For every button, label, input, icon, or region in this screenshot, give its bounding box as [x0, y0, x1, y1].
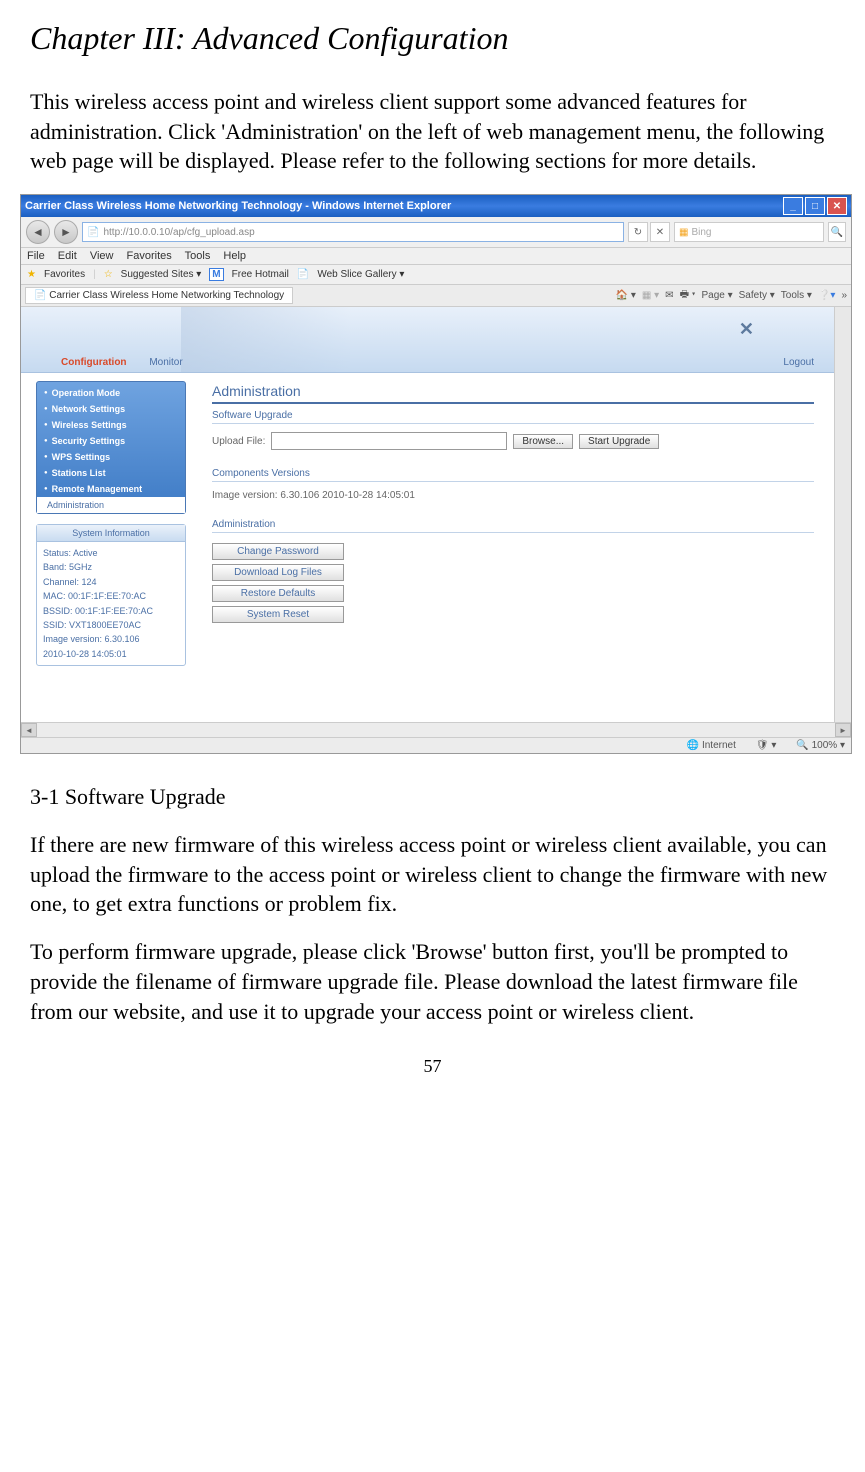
restore-defaults-button[interactable]: Restore Defaults	[212, 585, 344, 602]
upload-file-label: Upload File:	[212, 436, 265, 447]
banner-tab-monitor[interactable]: Monitor	[149, 357, 182, 368]
sysinfo-ssid: SSID: VXT1800EE70AC	[43, 618, 179, 632]
nav-administration[interactable]: Administration	[37, 497, 185, 513]
refresh-icon[interactable]: ↻	[628, 222, 648, 242]
back-button[interactable]: ◄	[26, 220, 50, 244]
vertical-scrollbar[interactable]	[834, 307, 851, 722]
intro-text: This wireless access point and wireless …	[30, 87, 835, 176]
menu-help[interactable]: Help	[223, 250, 246, 262]
favorites-label[interactable]: Favorites	[44, 269, 85, 280]
administration-sub-heading: Administration	[212, 519, 814, 533]
feed-icon[interactable]: ▦ ▾	[642, 290, 659, 301]
fav-star-icon: ☆	[104, 269, 113, 280]
nav-security-settings[interactable]: ●Security Settings	[40, 433, 182, 449]
window-title: Carrier Class Wireless Home Networking T…	[25, 200, 451, 212]
start-upgrade-button[interactable]: Start Upgrade	[579, 434, 659, 449]
address-bar[interactable]: 📄 http://10.0.0.10/ap/cfg_upload.asp	[82, 222, 624, 242]
page-icon: 📄	[87, 227, 99, 238]
minimize-button[interactable]: _	[783, 197, 803, 215]
horizontal-scrollbar[interactable]: ◄ ►	[21, 722, 851, 737]
section-title: 3-1 Software Upgrade	[30, 784, 835, 810]
help-icon[interactable]: ❔▾	[818, 290, 835, 301]
fav-suggested[interactable]: Suggested Sites ▾	[121, 269, 202, 280]
menu-bar: File Edit View Favorites Tools Help	[21, 248, 851, 265]
sysinfo-status: Status: Active	[43, 546, 179, 560]
webslice-icon: 📄	[297, 269, 309, 280]
system-reset-button[interactable]: System Reset	[212, 606, 344, 623]
paragraph-1: If there are new firmware of this wirele…	[30, 830, 835, 919]
status-internet: Internet	[702, 740, 736, 751]
stop-icon[interactable]: ✕	[650, 222, 670, 242]
bing-icon: ▦	[679, 227, 688, 238]
menu-file[interactable]: File	[27, 250, 45, 262]
page-banner: ✕ Configuration Monitor Logout	[21, 307, 834, 373]
tab-icon: 📄	[34, 290, 46, 301]
logout-link[interactable]: Logout	[783, 357, 814, 368]
expand-icon[interactable]: »	[841, 290, 847, 301]
toolbar-tools[interactable]: Tools ▾	[781, 290, 812, 301]
protected-mode-icon[interactable]: 🛡 ▾	[756, 740, 777, 751]
browser-tab[interactable]: 📄 Carrier Class Wireless Home Networking…	[25, 287, 293, 304]
banner-tab-configuration[interactable]: Configuration	[61, 357, 127, 368]
forward-button[interactable]: ►	[54, 220, 78, 244]
nav-wireless-settings[interactable]: ●Wireless Settings	[40, 417, 182, 433]
close-button[interactable]: ✕	[827, 197, 847, 215]
browse-button[interactable]: Browse...	[513, 434, 573, 449]
toolbar-page[interactable]: Page ▾	[701, 290, 732, 301]
sysinfo-image: Image version: 6.30.106	[43, 632, 179, 646]
change-password-button[interactable]: Change Password	[212, 543, 344, 560]
menu-edit[interactable]: Edit	[58, 250, 77, 262]
nav-remote-management[interactable]: ●Remote Management	[40, 481, 182, 497]
menu-tools[interactable]: Tools	[185, 250, 211, 262]
download-log-files-button[interactable]: Download Log Files	[212, 564, 344, 581]
page-number: 57	[30, 1056, 835, 1077]
tab-label: Carrier Class Wireless Home Networking T…	[49, 290, 284, 301]
software-upgrade-heading: Software Upgrade	[212, 410, 814, 424]
favorites-star-icon[interactable]: ★	[27, 269, 36, 280]
hotmail-icon: M	[209, 268, 223, 281]
components-versions-heading: Components Versions	[212, 468, 814, 482]
sysinfo-mac: MAC: 00:1F:1F:EE:70:AC	[43, 589, 179, 603]
url-text: http://10.0.0.10/ap/cfg_upload.asp	[103, 227, 254, 238]
nav-wps-settings[interactable]: ●WPS Settings	[40, 449, 182, 465]
fav-webslice[interactable]: Web Slice Gallery ▾	[317, 269, 404, 280]
sysinfo-channel: Channel: 124	[43, 575, 179, 589]
nav-operation-mode[interactable]: ●Operation Mode	[40, 385, 182, 401]
image-version-text: Image version: 6.30.106 2010-10-28 14:05…	[212, 490, 814, 501]
browser-screenshot: Carrier Class Wireless Home Networking T…	[20, 194, 852, 754]
mail-icon[interactable]: ✉	[665, 290, 673, 301]
menu-favorites[interactable]: Favorites	[127, 250, 172, 262]
content-title: Administration	[212, 383, 814, 404]
paragraph-2: To perform firmware upgrade, please clic…	[30, 937, 835, 1026]
nav-network-settings[interactable]: ●Network Settings	[40, 401, 182, 417]
fav-hotmail[interactable]: Free Hotmail	[232, 269, 289, 280]
toolbar-safety[interactable]: Safety ▾	[739, 290, 775, 301]
nav-stations-list[interactable]: ●Stations List	[40, 465, 182, 481]
system-info-panel: System Information Status: Active Band: …	[36, 524, 186, 666]
sysinfo-bssid: BSSID: 00:1F:1F:EE:70:AC	[43, 604, 179, 618]
chapter-title: Chapter III: Advanced Configuration	[30, 20, 835, 57]
nav-menu: ●Operation Mode ●Network Settings ●Wirel…	[36, 381, 186, 514]
search-box[interactable]: ▦ Bing	[674, 222, 824, 242]
window-titlebar: Carrier Class Wireless Home Networking T…	[21, 195, 851, 217]
brand-x-icon: ✕	[739, 319, 754, 340]
sysinfo-date: 2010-10-28 14:05:01	[43, 647, 179, 661]
search-placeholder: Bing	[691, 227, 711, 238]
zoom-control[interactable]: 🔍 100% ▾	[796, 740, 845, 751]
system-info-title: System Information	[37, 525, 185, 542]
search-go-icon[interactable]: 🔍	[828, 222, 846, 242]
globe-icon: 🌐	[687, 740, 699, 751]
print-icon[interactable]: 🖶 ▾	[680, 287, 696, 304]
upload-file-input[interactable]	[271, 432, 507, 450]
menu-view[interactable]: View	[90, 250, 114, 262]
sysinfo-band: Band: 5GHz	[43, 560, 179, 574]
home-icon[interactable]: 🏠 ▾	[616, 290, 636, 301]
maximize-button[interactable]: □	[805, 197, 825, 215]
